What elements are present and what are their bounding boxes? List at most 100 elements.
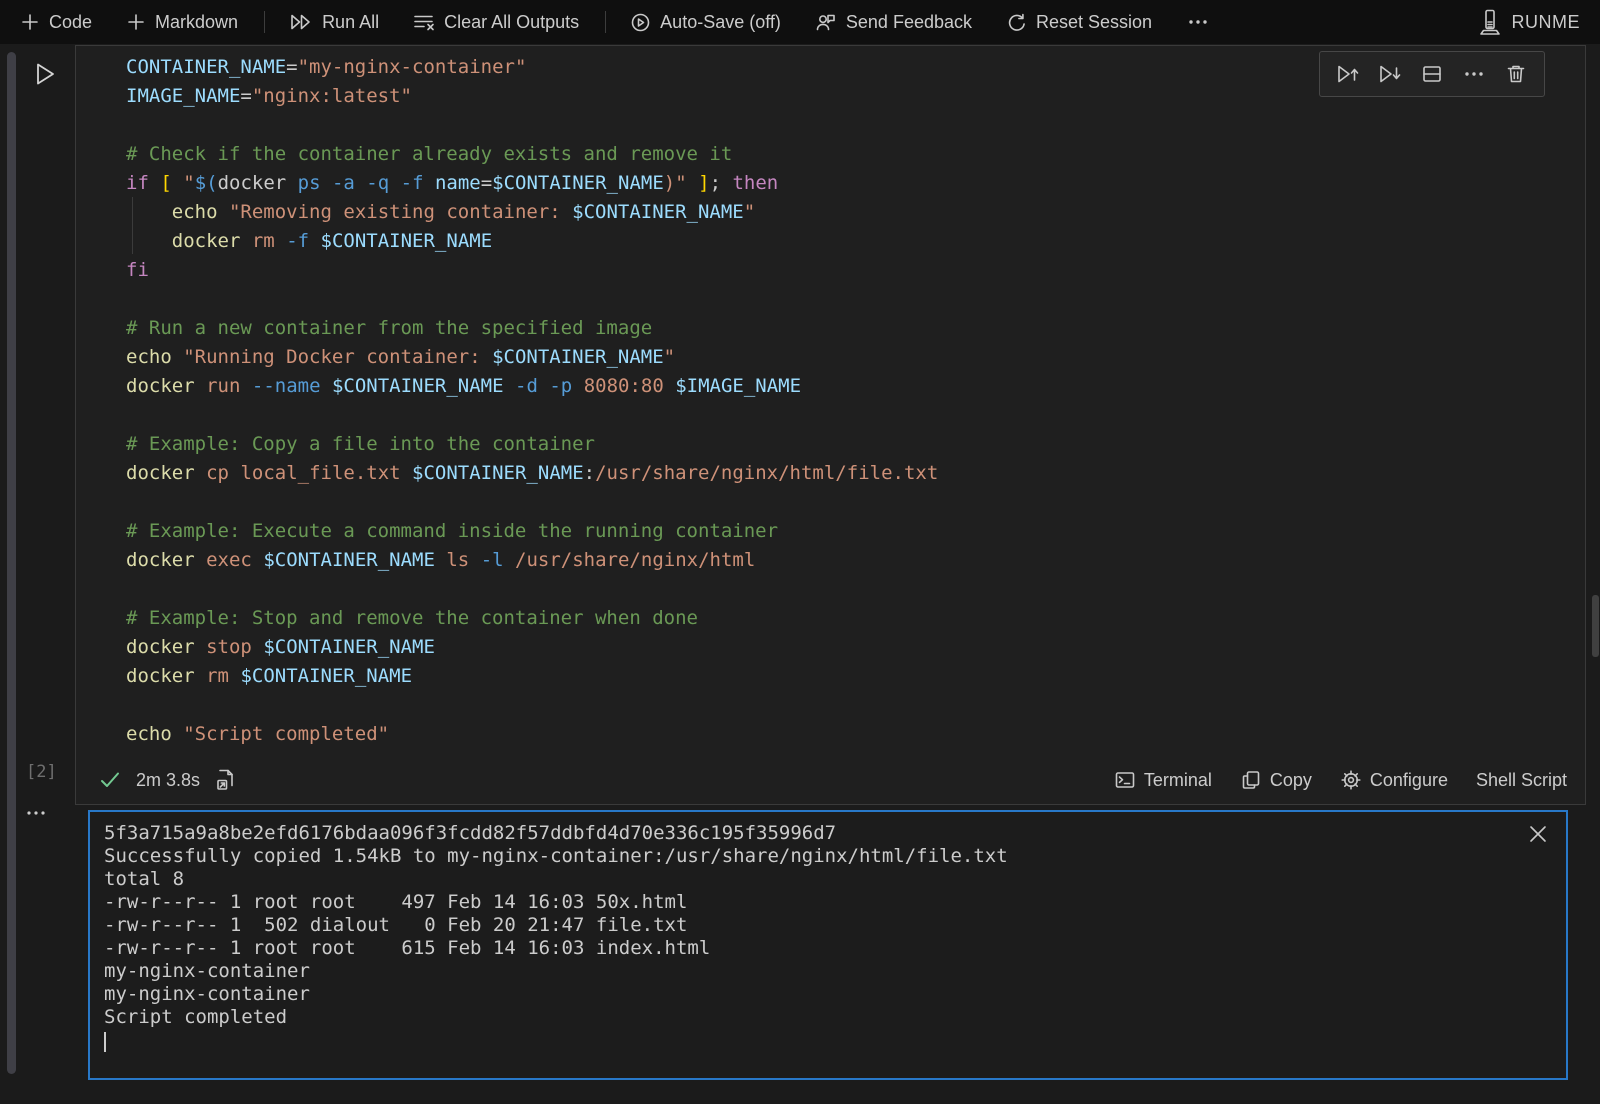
run-all-icon [289,12,313,32]
copy-button[interactable]: Copy [1240,769,1312,791]
output-line: -rw-r--r-- 1 root root 615 Feb 14 16:03 … [104,937,1552,960]
code-line [126,111,1585,140]
auto-save-label: Auto-Save (off) [660,12,781,33]
close-output-button[interactable] [1526,822,1550,846]
clear-all-outputs-button[interactable]: Clear All Outputs [413,12,579,33]
split-cell-button[interactable] [1416,57,1448,91]
code-line: docker exec $CONTAINER_NAME ls -l /usr/s… [126,546,1585,575]
code-line: # Example: Copy a file into the containe… [126,430,1585,459]
add-markdown-label: Markdown [155,12,238,33]
code-line: # Check if the container already exists … [126,140,1585,169]
auto-save-icon [630,12,651,33]
output-line: 5f3a715a9a8be2efd6176bdaa096f3fcdd82f57d… [104,822,1552,845]
close-icon [1526,822,1550,846]
copy-label: Copy [1270,770,1312,791]
output-content: 5f3a715a9a8be2efd6176bdaa096f3fcdd82f57d… [104,822,1552,1029]
notebook-window: Code Markdown Run All Clear All Outputs … [0,0,1600,1104]
code-cell[interactable]: CONTAINER_NAME="my-nginx-container"IMAGE… [75,45,1586,805]
toolbar-divider [605,11,606,33]
clear-outputs-icon [413,12,435,32]
runme-brand: RUNME [1478,8,1581,36]
language-label: Shell Script [1476,770,1567,791]
runme-brand-label: RUNME [1512,12,1581,33]
copy-icon [1240,769,1262,791]
run-all-button[interactable]: Run All [289,12,379,33]
execute-below-button[interactable] [1374,57,1406,91]
code-line: docker rm $CONTAINER_NAME [126,662,1585,691]
cell-hover-toolbar [1319,51,1545,97]
code-line: docker run --name $CONTAINER_NAME -d -p … [126,372,1585,401]
focused-cell-indicator[interactable] [7,52,16,1074]
success-check-icon [98,768,122,792]
reset-session-label: Reset Session [1036,12,1152,33]
plus-icon [126,12,146,32]
code-line: docker cp local_file.txt $CONTAINER_NAME… [126,459,1585,488]
delete-cell-button[interactable] [1500,57,1532,91]
add-code-button[interactable]: Code [20,12,92,33]
terminal-button[interactable]: Terminal [1114,769,1212,791]
output-line: Script completed [104,1006,1552,1029]
add-code-label: Code [49,12,92,33]
runme-logo-icon [1478,8,1502,36]
output-more-actions-button[interactable] [24,806,50,820]
output-line: my-nginx-container [104,983,1552,1006]
code-line: if [ "$(docker ps -a -q -f name=$CONTAIN… [126,169,1585,198]
code-line: # Run a new container from the specified… [126,314,1585,343]
cell-status-left: 2m 3.8s [98,768,236,792]
configure-button[interactable]: Configure [1340,769,1448,791]
code-line: docker stop $CONTAINER_NAME [126,633,1585,662]
gear-icon [1340,769,1362,791]
terminal-cursor [104,1032,106,1052]
language-picker[interactable]: Shell Script [1476,770,1567,791]
code-line: echo "Script completed" [126,720,1585,749]
output-line: -rw-r--r-- 1 502 dialout 0 Feb 20 21:47 … [104,914,1552,937]
send-feedback-button[interactable]: Send Feedback [815,12,972,33]
feedback-icon [815,12,837,33]
output-line: Successfully copied 1.54kB to my-nginx-c… [104,845,1552,868]
add-markdown-button[interactable]: Markdown [126,12,238,33]
cell-status-right: Terminal Copy Configure Shell Script [1114,769,1567,791]
terminal-icon [1114,769,1136,791]
run-all-label: Run All [322,12,379,33]
code-line [126,488,1585,517]
ellipsis-icon [1462,63,1486,85]
open-session-output-icon[interactable] [214,768,236,792]
send-feedback-label: Send Feedback [846,12,972,33]
code-line: # Example: Stop and remove the container… [126,604,1585,633]
run-cell-button[interactable] [30,60,58,88]
editor-scrollbar-thumb[interactable] [1592,595,1599,657]
code-editor[interactable]: CONTAINER_NAME="my-nginx-container"IMAGE… [76,46,1585,756]
trash-icon [1505,63,1527,85]
indent-guide [132,197,133,254]
cell-status-bar: 2m 3.8s Terminal Copy Configure Shell Sc… [76,756,1585,804]
ellipsis-icon [1186,12,1210,32]
plus-icon [20,12,40,32]
execute-above-icon [1335,63,1361,85]
code-line: echo "Running Docker container: $CONTAIN… [126,343,1585,372]
notebook-toolbar: Code Markdown Run All Clear All Outputs … [0,0,1600,44]
execute-below-icon [1377,63,1403,85]
auto-save-toggle[interactable]: Auto-Save (off) [630,12,781,33]
cell-more-actions-button[interactable] [1458,57,1490,91]
execute-above-button[interactable] [1332,57,1364,91]
execution-count: [2] [26,762,57,782]
code-content: CONTAINER_NAME="my-nginx-container"IMAGE… [126,53,1585,749]
play-icon [30,60,58,88]
code-line [126,285,1585,314]
code-line [126,575,1585,604]
execution-duration: 2m 3.8s [136,770,200,791]
output-line: total 8 [104,868,1552,891]
code-line: docker rm -f $CONTAINER_NAME [126,227,1585,256]
code-line: fi [126,256,1585,285]
reset-session-button[interactable]: Reset Session [1006,12,1152,33]
code-line [126,691,1585,720]
code-line: # Example: Execute a command inside the … [126,517,1585,546]
reset-icon [1006,12,1027,33]
split-cell-icon [1421,63,1443,85]
toolbar-more-button[interactable] [1186,12,1210,32]
terminal-label: Terminal [1144,770,1212,791]
output-line: my-nginx-container [104,960,1552,983]
cell-output-panel[interactable]: 5f3a715a9a8be2efd6176bdaa096f3fcdd82f57d… [88,810,1568,1080]
toolbar-divider [264,11,265,33]
ellipsis-icon [24,806,50,820]
